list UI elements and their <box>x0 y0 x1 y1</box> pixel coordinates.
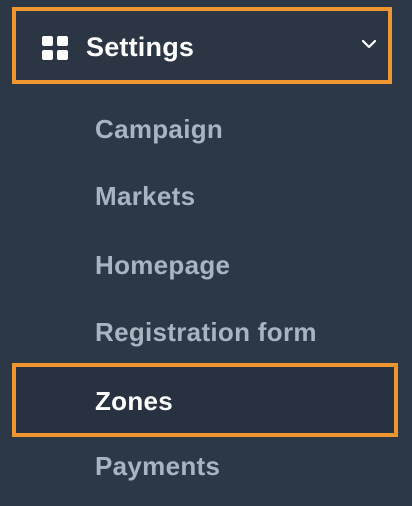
settings-menu-panel: Settings Campaign Markets Homepage Regis… <box>0 0 412 506</box>
submenu-item-label: Registration form <box>95 317 317 347</box>
grid-icon <box>42 36 68 60</box>
submenu-item-payments[interactable]: Payments <box>0 438 412 504</box>
submenu-item-campaign[interactable]: Campaign <box>0 96 412 162</box>
submenu-item-label: Zones <box>95 386 174 416</box>
submenu-item-markets[interactable]: Markets <box>0 163 412 229</box>
submenu-item-label: Homepage <box>95 250 231 280</box>
submenu-item-registration-form[interactable]: Registration form <box>0 299 412 365</box>
grid-icon-cell <box>42 50 53 60</box>
grid-icon-cell <box>57 50 68 60</box>
grid-icon-cell <box>57 36 68 46</box>
grid-icon-cell <box>42 36 53 46</box>
submenu-item-label: Payments <box>95 451 221 481</box>
submenu-item-label: Markets <box>95 181 196 211</box>
chevron-down-icon[interactable] <box>361 38 377 50</box>
submenu-item-homepage[interactable]: Homepage <box>0 232 412 298</box>
settings-section-title: Settings <box>86 32 195 62</box>
submenu-item-zones[interactable]: Zones <box>12 363 398 437</box>
submenu-item-label: Campaign <box>95 114 224 144</box>
settings-section-header[interactable]: Settings <box>12 7 392 84</box>
